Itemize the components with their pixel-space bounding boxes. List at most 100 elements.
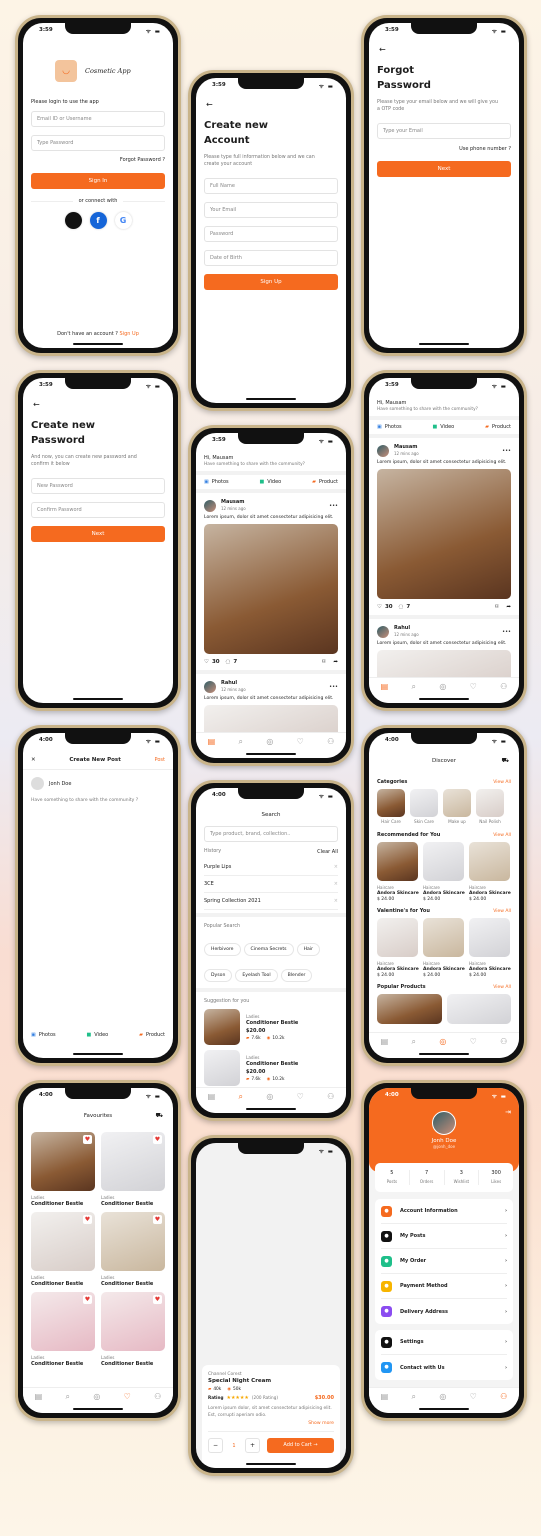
nav-search-icon[interactable]: ⌕ <box>412 682 416 703</box>
view-all-link[interactable]: View All <box>493 909 511 914</box>
favourite-card[interactable]: ♥ Ladies Conditioner Bestie <box>101 1292 165 1367</box>
popular-chip[interactable]: Dyson <box>204 969 233 982</box>
password-input[interactable]: Type Password <box>31 135 165 151</box>
nav-post-icon[interactable]: ▤ <box>381 1392 389 1413</box>
menu-payment-method[interactable]: ● Payment Method › <box>381 1274 507 1299</box>
forgot-password-link[interactable]: Forgot Password ? <box>31 157 165 163</box>
suggestion-item[interactable]: Ladies Conditioner Bestie $20.00 ▰ 7.6k ◉ 10.2… <box>196 1050 346 1086</box>
share-icon[interactable]: ➦ <box>506 604 511 610</box>
nav-heart-icon[interactable]: ♡ <box>470 1037 477 1058</box>
tab-product[interactable]: ▰ Product <box>139 1032 165 1038</box>
tab-photos[interactable]: ▣ Photos <box>31 1032 56 1038</box>
remove-icon[interactable]: × <box>334 881 338 887</box>
remove-icon[interactable]: × <box>334 898 338 904</box>
cart-icon[interactable]: ⛟ <box>155 1112 163 1120</box>
add-to-cart-button[interactable]: Add to Cart → <box>267 1438 334 1453</box>
input-full-name[interactable]: Full Name <box>204 178 338 194</box>
more-icon[interactable]: ••• <box>502 629 511 635</box>
apple-icon[interactable] <box>64 212 82 229</box>
nav-heart-icon[interactable]: ♡ <box>470 682 477 703</box>
nav-search-icon[interactable]: ⌕ <box>412 1392 416 1413</box>
tab-product[interactable]: ▰ Product <box>485 424 511 430</box>
email-input[interactable]: Email ID or Username <box>31 111 165 127</box>
heart-filled-icon[interactable]: ♥ <box>153 1215 162 1224</box>
product-card[interactable]: Haircare Andora Skincare $ 24.00 <box>423 842 465 902</box>
popular-chip[interactable]: Hair <box>296 943 321 956</box>
stat-wishlist[interactable]: 3 Wishlist <box>443 1170 479 1185</box>
popular-chip[interactable]: Herbivore <box>204 943 241 956</box>
back-arrow-icon[interactable]: ← <box>206 100 213 109</box>
nav-post-icon[interactable]: ▤ <box>381 1037 389 1058</box>
category-item[interactable]: Hair Care <box>377 789 405 825</box>
product-card[interactable]: Haircare Andora Skincare $ 24.00 <box>377 842 419 902</box>
nav-heart-icon[interactable]: ♡ <box>124 1392 131 1413</box>
use-phone-link[interactable]: Use phone number ? <box>377 146 511 152</box>
clear-all-button[interactable]: Clear All <box>317 849 338 855</box>
nav-user-icon[interactable]: ⚇ <box>500 1392 507 1413</box>
nav-heart-icon[interactable]: ♡ <box>297 737 304 758</box>
menu-contact-with-us[interactable]: ● Contact with Us › <box>381 1355 507 1380</box>
logout-icon[interactable]: ⇥ <box>505 1108 511 1116</box>
stat-posts[interactable]: 5 Posts <box>375 1170 409 1185</box>
input-confirm-password[interactable]: Confirm Password <box>31 502 165 518</box>
suggestion-item[interactable]: Ladies Conditioner Bestie $20.00 ▰ 7.6k ◉ 10.2… <box>196 1009 346 1045</box>
more-icon[interactable]: ••• <box>329 503 338 509</box>
search-input[interactable]: Type product, brand, collection.. <box>204 826 338 842</box>
sign-up-button[interactable]: Sign Up <box>204 274 338 290</box>
heart-filled-icon[interactable]: ♥ <box>83 1135 92 1144</box>
tab-video[interactable]: ■ Video <box>87 1032 109 1038</box>
menu-my-posts[interactable]: ● My Posts › <box>381 1224 507 1249</box>
product-card[interactable]: Haircare Andora Skincare $ 24.00 <box>469 918 511 978</box>
category-item[interactable]: Make up <box>443 789 471 825</box>
history-item[interactable]: Purple Lips × <box>204 859 338 876</box>
tab-photos[interactable]: ▣ Photos <box>204 479 229 485</box>
favourite-card[interactable]: ♥ Ladies Conditioner Bestie <box>101 1132 165 1207</box>
post-input[interactable]: Have something to share with the communi… <box>31 797 165 804</box>
comment-icon[interactable]: ◌ <box>399 604 404 610</box>
increase-button[interactable]: + <box>245 1438 260 1453</box>
view-all-link[interactable]: View All <box>493 833 511 838</box>
history-item[interactable]: 3CE × <box>204 876 338 893</box>
nav-user-icon[interactable]: ⚇ <box>327 1092 334 1113</box>
input-your-email[interactable]: Your Email <box>204 202 338 218</box>
tab-photos[interactable]: ▣ Photos <box>377 424 402 430</box>
stat-likes[interactable]: 300 Likes <box>478 1170 513 1185</box>
cart-icon[interactable]: ⛟ <box>501 757 509 765</box>
nav-user-icon[interactable]: ⚇ <box>327 737 334 758</box>
heart-filled-icon[interactable]: ♥ <box>83 1295 92 1304</box>
next-button[interactable]: Next <box>31 526 165 542</box>
bookmark-icon[interactable]: ⌑ <box>322 659 325 665</box>
heart-filled-icon[interactable]: ♥ <box>153 1295 162 1304</box>
popular-chip[interactable]: Eyelash Tool <box>235 969 278 982</box>
input-new-password[interactable]: New Password <box>31 478 165 494</box>
back-arrow-icon[interactable]: ← <box>379 45 386 54</box>
product-card[interactable]: Haircare Andora Skincare $ 24.00 <box>423 918 465 978</box>
nav-user-icon[interactable]: ⚇ <box>500 1037 507 1058</box>
more-icon[interactable]: ••• <box>329 684 338 690</box>
popular-chip[interactable]: Cinema Secrets <box>243 943 294 956</box>
nav-search-icon[interactable]: ⌕ <box>239 737 243 758</box>
nav-search-icon[interactable]: ⌕ <box>239 1092 243 1113</box>
email-input[interactable]: Type your Email <box>377 123 511 139</box>
category-item[interactable]: Nail Polish <box>476 789 504 825</box>
stat-orders[interactable]: 7 Orders <box>408 1170 444 1185</box>
view-all-link[interactable]: View All <box>493 780 511 785</box>
decrease-button[interactable]: − <box>208 1438 223 1453</box>
popular-chip[interactable]: Blender <box>280 969 313 982</box>
google-icon[interactable]: G <box>114 212 132 229</box>
nav-search-icon[interactable]: ⌕ <box>66 1392 70 1413</box>
post-button[interactable]: Post <box>155 757 165 763</box>
input-date-of-birth[interactable]: Date of Birth <box>204 250 338 266</box>
input-password[interactable]: Password <box>204 226 338 242</box>
favourite-card[interactable]: ♥ Ladies Conditioner Bestie <box>31 1132 95 1207</box>
back-arrow-icon[interactable]: ← <box>33 400 40 409</box>
heart-filled-icon[interactable]: ♥ <box>153 1135 162 1144</box>
bookmark-icon[interactable]: ⌑ <box>495 604 498 610</box>
favourite-card[interactable]: ♥ Ladies Conditioner Bestie <box>101 1212 165 1287</box>
nav-user-icon[interactable]: ⚇ <box>154 1392 161 1413</box>
sign-up-link[interactable]: Sign Up <box>120 331 139 337</box>
share-icon[interactable]: ➦ <box>333 659 338 665</box>
tab-product[interactable]: ▰ Product <box>312 479 338 485</box>
nav-post-icon[interactable]: ▤ <box>381 682 389 703</box>
menu-my-order[interactable]: ● My Order › <box>381 1249 507 1274</box>
